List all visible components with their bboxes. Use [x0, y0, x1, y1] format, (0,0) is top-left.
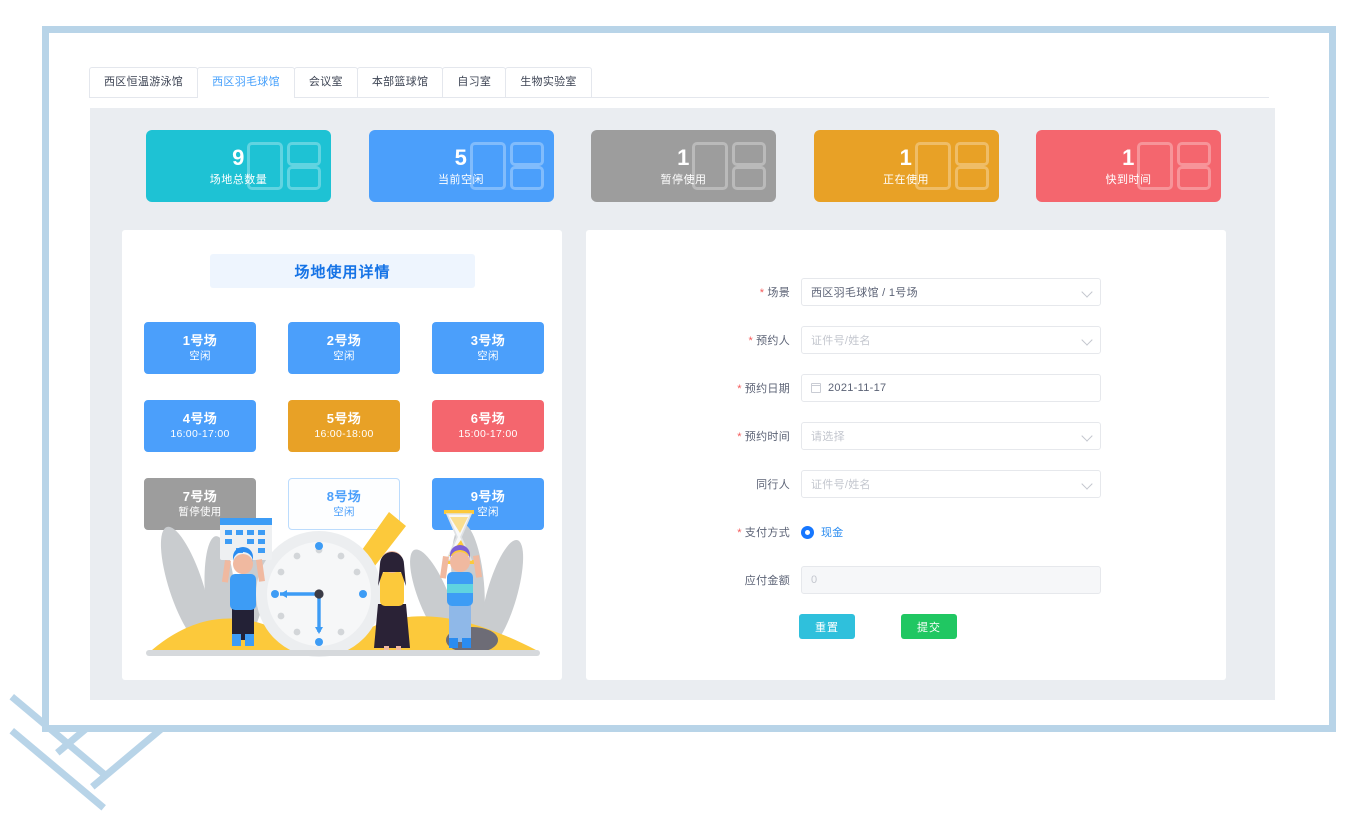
panel-title: 场地使用详情	[210, 254, 475, 288]
payment-label: 支付方式	[586, 524, 801, 540]
court-status: 空闲	[477, 350, 499, 363]
stat-card-inuse[interactable]: 1 正在使用	[813, 130, 999, 202]
tab-badminton[interactable]: 西区羽毛球馆	[197, 67, 295, 98]
court-tile-6[interactable]: 6号场 15:00-17:00	[432, 400, 544, 452]
venue-select[interactable]: 西区羽毛球馆 / 1号场	[801, 278, 1101, 306]
stat-card-free[interactable]: 5 当前空闲	[368, 130, 554, 202]
stat-label: 快到时间	[1105, 173, 1152, 186]
stat-value: 9	[232, 144, 245, 170]
stat-label: 正在使用	[883, 173, 929, 186]
court-name: 1号场	[182, 332, 218, 348]
stat-label: 暂停使用	[660, 173, 707, 186]
form-row-booker: 预约人 证件号/姓名	[586, 326, 1226, 354]
stat-card-total[interactable]: 9 场地总数量	[146, 130, 331, 202]
date-input[interactable]: 2021-11-17	[801, 374, 1101, 402]
tab-meeting[interactable]: 会议室	[293, 67, 358, 97]
stat-value: 1	[1122, 144, 1135, 170]
chevron-down-icon	[1081, 430, 1093, 442]
venue-label: 场景	[586, 284, 801, 300]
form-row-companion: 同行人 证件号/姓名	[586, 470, 1226, 498]
stat-label: 当前空闲	[438, 173, 484, 186]
time-placeholder: 请选择	[811, 431, 845, 443]
booker-placeholder: 证件号/姓名	[811, 335, 871, 347]
companion-placeholder: 证件号/姓名	[811, 479, 871, 491]
date-value: 2021-11-17	[828, 382, 887, 394]
booking-form: 场景 西区羽毛球馆 / 1号场 预约人 证件号/姓名	[586, 278, 1226, 639]
form-row-payment: 支付方式 现金	[586, 518, 1226, 546]
stat-value: 1	[677, 144, 690, 170]
form-row-amount: 应付金额 0	[586, 566, 1226, 594]
stat-value: 1	[899, 144, 913, 170]
tab-pool[interactable]: 西区恒温游泳馆	[89, 67, 199, 97]
venue-tabs: 西区恒温游泳馆 西区羽毛球馆 会议室 本部篮球馆 自习室 生物实验室	[89, 67, 1269, 98]
court-detail-panel: 场地使用详情 1号场 空闲 2号场 空闲 3号场 空闲 4号场 16:00-17…	[122, 230, 562, 680]
time-select[interactable]: 请选择	[801, 422, 1101, 450]
court-status: 16:00-18:00	[314, 428, 374, 441]
calendar-icon	[811, 383, 821, 393]
tab-biolab[interactable]: 生物实验室	[505, 67, 592, 97]
booking-illustration	[134, 498, 552, 666]
tab-studyroom[interactable]: 自习室	[442, 67, 507, 97]
court-name: 6号场	[470, 410, 506, 426]
court-name: 3号场	[470, 332, 506, 348]
frame-border-left	[42, 26, 49, 732]
content-region: 9 场地总数量 5 当前空闲 1 暂停使用 1 正在使用 1 快到时间 场地使用…	[90, 108, 1275, 700]
court-status: 15:00-17:00	[458, 428, 518, 441]
app-screen: 西区恒温游泳馆 西区羽毛球馆 会议室 本部篮球馆 自习室 生物实验室 9 场地总…	[0, 0, 1370, 816]
companion-label: 同行人	[756, 479, 790, 491]
form-row-time: 预约时间 请选择	[586, 422, 1226, 450]
amount-input: 0	[801, 566, 1101, 594]
court-name: 5号场	[326, 410, 362, 426]
companion-select[interactable]: 证件号/姓名	[801, 470, 1101, 498]
court-name: 4号场	[182, 410, 218, 426]
stat-value: 5	[454, 144, 468, 170]
frame-border-top	[42, 26, 1336, 33]
payment-radio-group[interactable]: 现金	[801, 518, 844, 546]
frame-border-bottom	[42, 725, 1336, 732]
form-row-date: 预约日期 2021-11-17	[586, 374, 1226, 402]
court-tile-3[interactable]: 3号场 空闲	[432, 322, 544, 374]
amount-placeholder: 0	[811, 574, 818, 586]
court-name: 2号场	[326, 332, 362, 348]
court-status: 空闲	[333, 350, 355, 363]
chevron-down-icon	[1081, 286, 1093, 298]
court-tile-2[interactable]: 2号场 空闲	[288, 322, 400, 374]
date-label: 预约日期	[586, 380, 801, 396]
court-status: 16:00-17:00	[170, 428, 230, 441]
page-body: 西区恒温游泳馆 西区羽毛球馆 会议室 本部篮球馆 自习室 生物实验室 9 场地总…	[49, 33, 1329, 725]
court-tile-5[interactable]: 5号场 16:00-18:00	[288, 400, 400, 452]
booker-label: 预约人	[586, 332, 801, 348]
stat-card-paused[interactable]: 1 暂停使用	[591, 130, 776, 202]
form-row-venue: 场景 西区羽毛球馆 / 1号场	[586, 278, 1226, 306]
court-tile-1[interactable]: 1号场 空闲	[144, 322, 256, 374]
payment-option-cash: 现金	[821, 527, 844, 539]
tab-basketball[interactable]: 本部篮球馆	[356, 67, 444, 97]
chevron-down-icon	[1081, 478, 1093, 490]
reset-button[interactable]: 重置	[799, 614, 855, 639]
venue-value: 西区羽毛球馆 / 1号场	[811, 287, 918, 299]
court-status: 空闲	[189, 350, 211, 363]
radio-selected-icon[interactable]	[801, 525, 814, 539]
amount-label: 应付金额	[744, 575, 790, 587]
frame-border-right	[1329, 26, 1336, 732]
time-label: 预约时间	[586, 428, 801, 444]
stat-label: 场地总数量	[209, 173, 268, 186]
stat-card-row: 9 场地总数量 5 当前空闲 1 暂停使用 1 正在使用 1 快到时间	[146, 130, 1221, 202]
submit-button[interactable]: 提交	[901, 614, 957, 639]
form-actions: 重置 提交	[790, 614, 1226, 639]
booking-form-panel: 场景 西区羽毛球馆 / 1号场 预约人 证件号/姓名	[586, 230, 1226, 680]
booker-select[interactable]: 证件号/姓名	[801, 326, 1101, 354]
chevron-down-icon	[1081, 334, 1093, 346]
stat-card-ending[interactable]: 1 快到时间	[1036, 130, 1221, 202]
court-tile-4[interactable]: 4号场 16:00-17:00	[144, 400, 256, 452]
